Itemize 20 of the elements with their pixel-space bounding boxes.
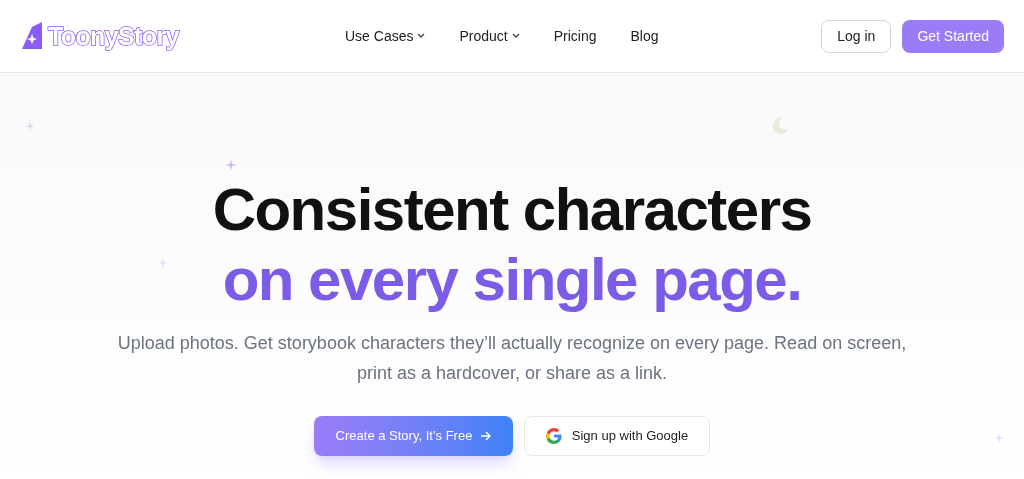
chevron-down-icon xyxy=(417,33,426,39)
logo-icon xyxy=(20,21,44,51)
arrow-right-icon xyxy=(480,431,492,441)
sparkle-icon xyxy=(225,159,237,171)
logo-text[interactable]: ToonyStory xyxy=(48,23,179,49)
sparkle-icon xyxy=(158,258,168,268)
headline-accent: on every single page. xyxy=(222,245,802,315)
chevron-down-icon xyxy=(511,33,520,39)
sparkle-icon xyxy=(25,121,35,131)
google-icon xyxy=(545,428,562,444)
headline: Consistent characters xyxy=(212,176,812,244)
nav-link[interactable]: Blog xyxy=(630,25,659,47)
sparkle-icon xyxy=(994,433,1004,443)
subtitle: Upload photos. Get storybook characters they’ll actually recognize on every page. Read on screen, print as a hardcover, or share as a link. xyxy=(116,332,908,385)
login-button[interactable]: Log in xyxy=(821,19,892,53)
moon-icon xyxy=(771,117,789,135)
google-signup-button[interactable]: Sign up with Google xyxy=(524,416,710,456)
nav-link[interactable]: Use Cases xyxy=(345,25,426,47)
nav-link[interactable]: Pricing xyxy=(553,25,597,47)
nav-link[interactable]: Product xyxy=(459,25,520,47)
